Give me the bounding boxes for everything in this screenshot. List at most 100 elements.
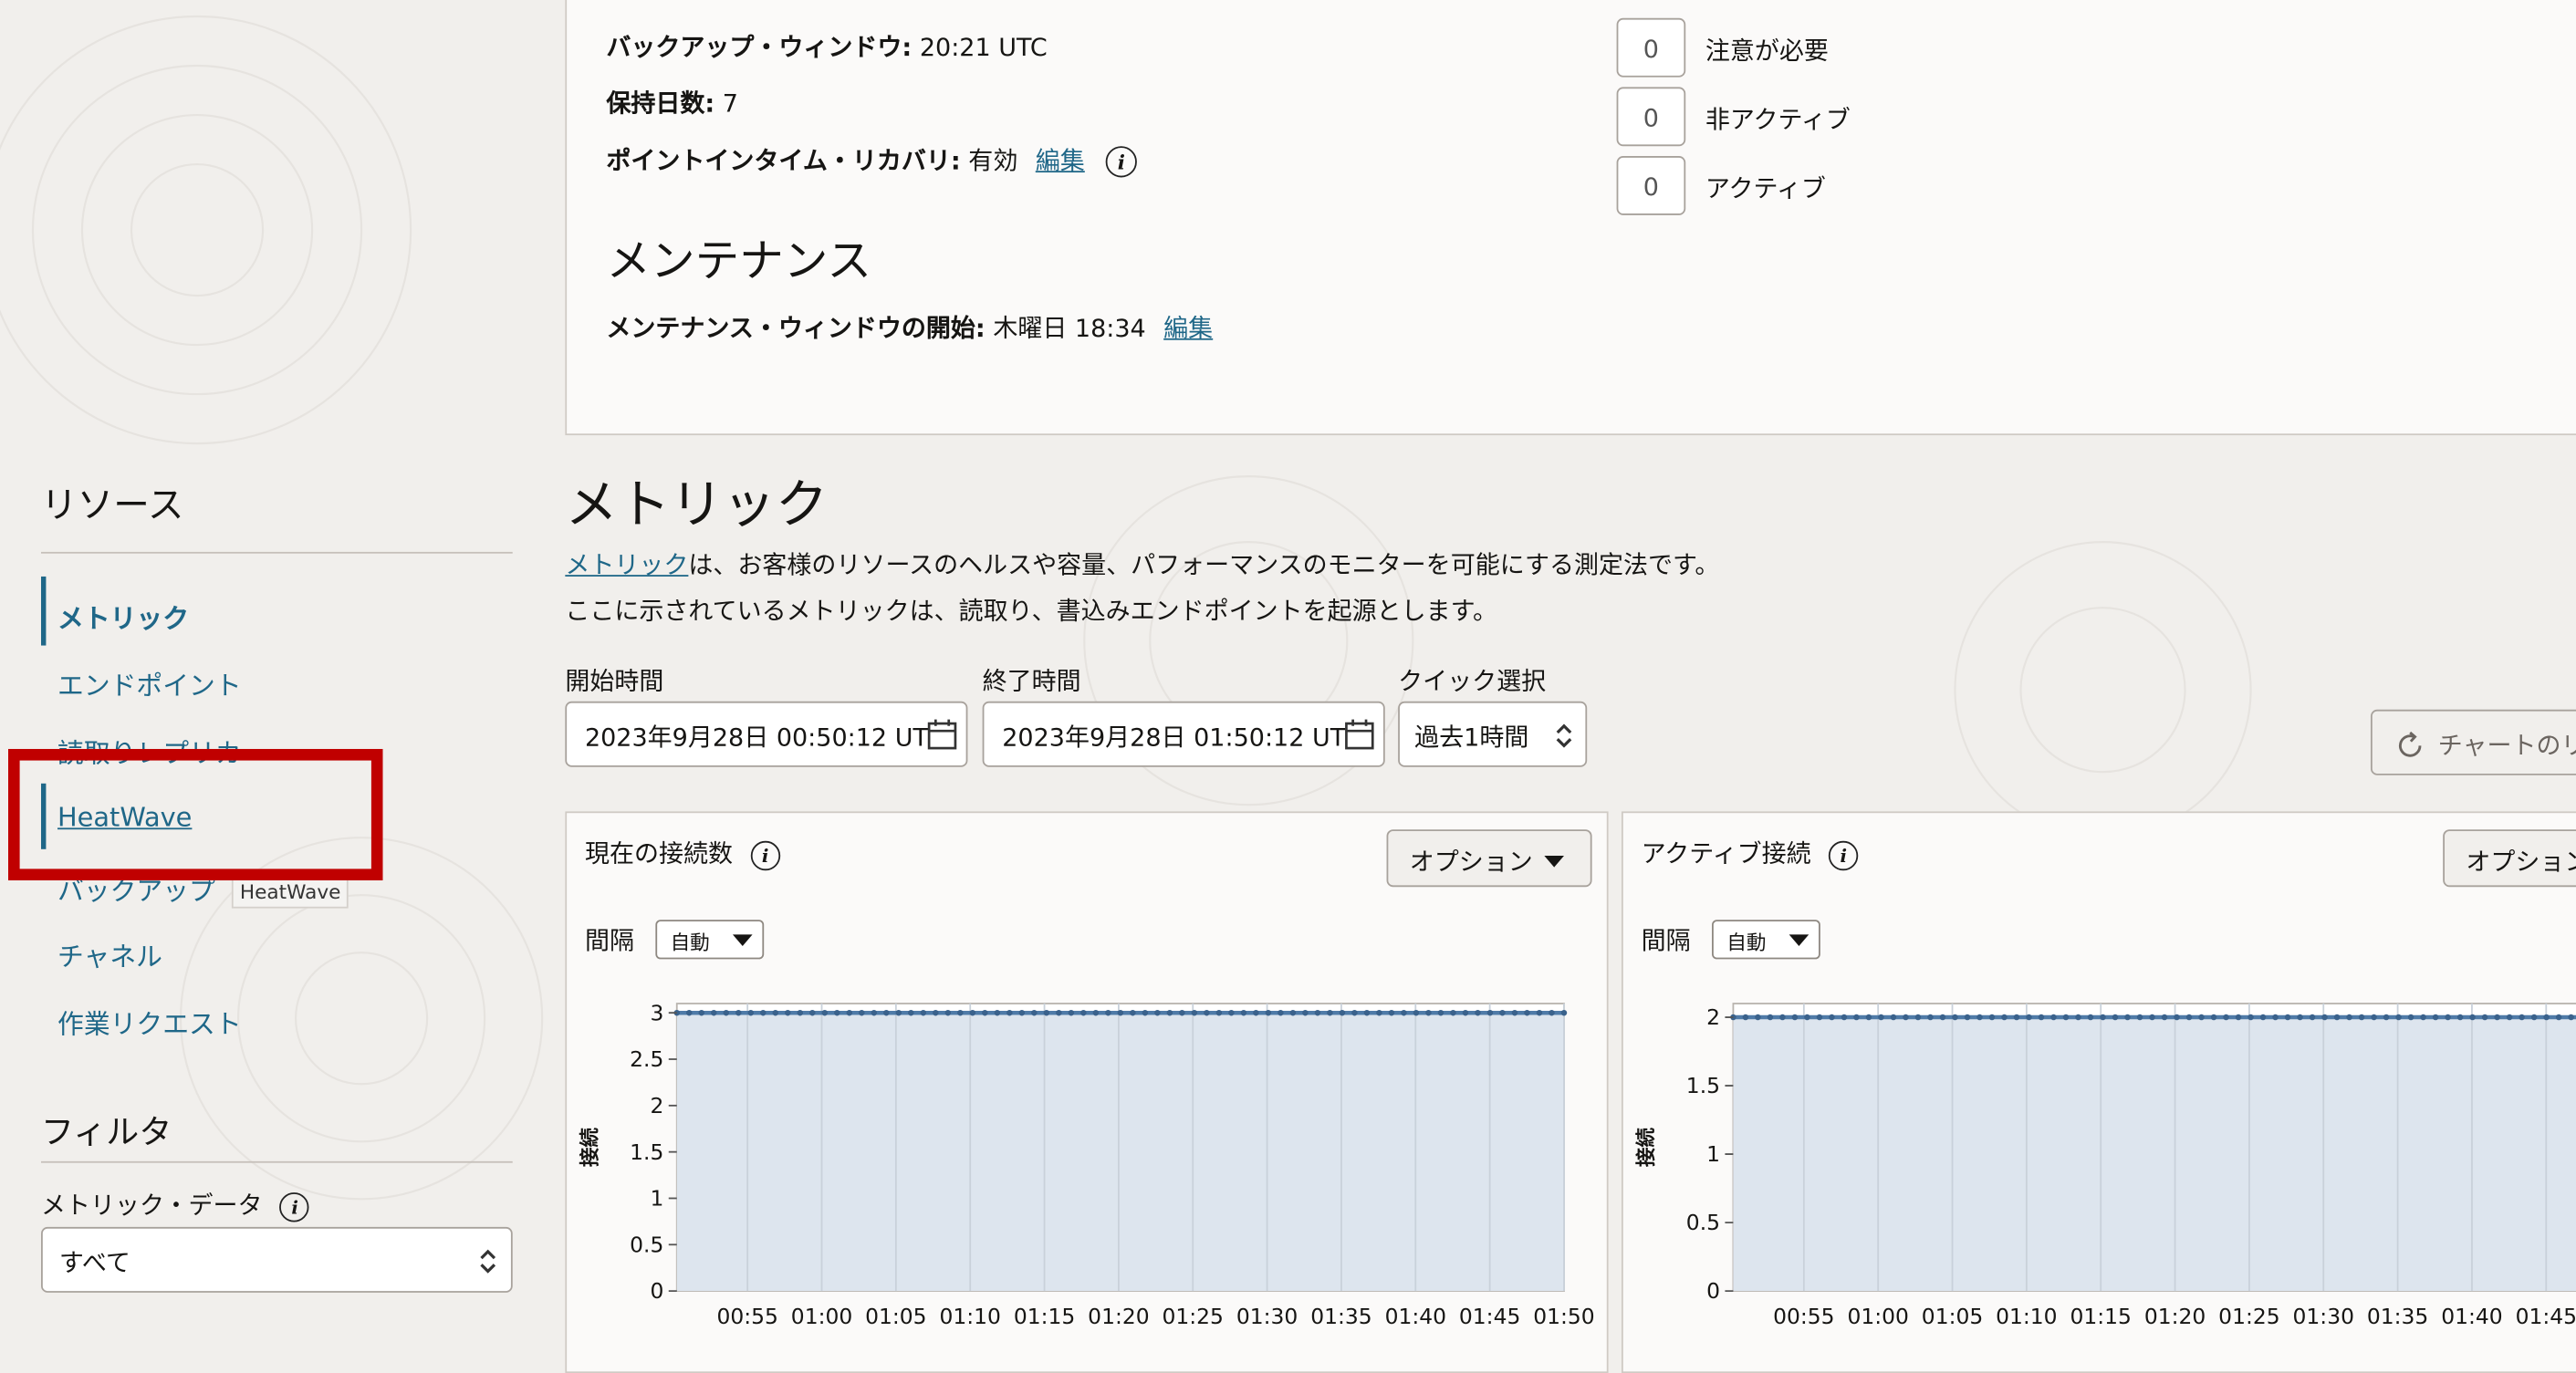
series-point [895,1009,902,1016]
series-point [1486,1009,1494,1016]
series-point [2062,1014,2070,1021]
series-point [1927,1014,1934,1021]
series-point [2519,1014,2525,1021]
interval-label: 間隔 [584,926,634,956]
series-point [1742,1014,1749,1021]
series-point [2445,1014,2451,1021]
maintenance-edit-link[interactable]: 編集 [1163,314,1213,343]
interval-select[interactable]: 自動 [1712,920,1820,960]
series-point [1779,1014,1786,1021]
series-point [2223,1014,2229,1021]
calendar-icon[interactable] [1344,718,1375,751]
series-point [1339,1009,1346,1016]
chart-card-current-connections: 現在の接続数 i オプション 間隔 自動 0 0.5 1 1.5 2 2.5 3 00:55 0… [565,811,1609,1373]
metric-data-select[interactable]: すべて [41,1226,513,1293]
series-point [2124,1014,2131,1021]
series-point [2494,1014,2500,1021]
y-axis-label: 接続 [1634,1128,1658,1168]
chart-options-button[interactable]: オプション [1386,829,1592,888]
y-axis-label: 接続 [579,1128,602,1168]
backup-window-value: 20:21 UTC [919,33,1048,63]
info-icon[interactable]: i [279,1191,310,1222]
series-point [1988,1014,1996,1021]
series-point [1976,1014,1983,1021]
series-point [1903,1014,1909,1021]
series-point [871,1009,878,1016]
series-point [1117,1009,1124,1016]
series-point [2136,1014,2143,1021]
series-point [1511,1009,1518,1016]
retention-label: 保持日数: [606,88,715,119]
series-point [1228,1009,1235,1016]
series-point [1105,1009,1111,1016]
end-time-input[interactable]: 2023年9月28日 01:50:12 UT [982,701,1385,767]
series-point [747,1009,755,1016]
series-point [2001,1014,2008,1021]
reset-charts-button[interactable]: チャートのリ [2370,709,2576,775]
series-point [785,1009,791,1016]
inactive-count: 0 [1616,87,1686,147]
x-tick-label: 01:40 [2441,1304,2502,1329]
series-point [2174,1014,2180,1021]
series-point [1068,1009,1075,1016]
x-tick-label: 01:05 [865,1304,926,1329]
series-point [1314,1009,1321,1016]
db-details-card: バックアップ・ウィンドウ: 20:21 UTC 保持日数: 7 ポイントインタイ… [565,0,2576,436]
chart-current-connections: 0 0.5 1 1.5 2 2.5 3 00:55 01:00 01:05 01:10 01:15 01… [579,1000,1595,1329]
y-tick-label: 2 [650,1093,663,1118]
series-point [2149,1014,2155,1021]
start-time-value: 2023年9月28日 00:50:12 UT [584,723,928,753]
maintenance-row: メンテナンス・ウィンドウの開始: 木曜日 18:34 編集 [606,310,1213,345]
sidebar-item-endpoints[interactable]: エンドポイント [57,663,242,702]
sidebar-item-work-requests[interactable]: 作業リクエスト [57,1002,242,1041]
chart-active-connections: 0 0.5 1 1.5 2 00:55 01:00 01:05 01:10 01:15 01:20 0… [1634,1003,2576,1329]
start-time-input[interactable]: 2023年9月28日 00:50:12 UT [565,701,968,767]
series-point [1376,1009,1382,1016]
metrics-description: メトリックは、お客様のリソースのヘルスや容量、パフォーマンスのモニターを可能にす… [565,547,1719,582]
series-point [2333,1014,2341,1021]
series-point [883,1009,890,1016]
series-point [2026,1014,2032,1021]
info-icon[interactable]: i [1829,839,1859,870]
series-point [1154,1009,1161,1016]
quick-select[interactable]: 過去1時間 [1398,701,1588,767]
series-point [1363,1009,1371,1016]
series-point [821,1009,829,1016]
series-point [2371,1014,2377,1021]
pitr-value: 有効 [968,146,1018,176]
series-point [933,1009,939,1016]
series-point [2259,1014,2267,1021]
x-tick-label: 01:50 [1533,1304,1594,1329]
chart-card-active-connections: アクティブ接続 i オプション 間隔 自動 0 0.5 1 1.5 2 00:55 01:0… [1621,811,2576,1373]
calendar-icon[interactable] [926,718,957,751]
sidebar-item-channels[interactable]: チャネル [57,934,162,973]
series-point [1450,1009,1456,1016]
series-point [2050,1014,2057,1021]
quick-select-label: クイック選択 [1398,666,1547,697]
interval-select[interactable]: 自動 [655,920,765,960]
active-item-indicator [41,576,47,646]
series-point [1215,1009,1223,1016]
series-point [2432,1014,2439,1021]
metrics-doc-link[interactable]: メトリック [565,550,688,579]
info-icon[interactable]: i [1105,146,1138,178]
x-tick-label: 00:55 [1773,1304,1834,1329]
chart-options-button[interactable]: オプション [2443,829,2576,888]
info-icon[interactable]: i [750,839,780,870]
series-point [797,1009,804,1016]
pitr-edit-link[interactable]: 編集 [1036,146,1085,175]
sidebar-item-metrics[interactable]: メトリック [57,597,189,636]
metrics-heading: メトリック [565,473,829,536]
series-point [908,1009,914,1016]
series-point [1841,1014,1848,1021]
series-point [1964,1014,1971,1021]
series-point [2284,1014,2291,1021]
reset-charts-label: チャートのリ [2437,731,2576,761]
series-point [1560,1009,1568,1016]
interval-label: 間隔 [1641,926,1691,956]
maintenance-heading: メンテナンス [606,236,872,288]
series-point [1142,1009,1149,1016]
series-point [1524,1009,1530,1016]
series-point [1191,1009,1198,1016]
metric-data-label: メトリック・データ [41,1191,263,1221]
